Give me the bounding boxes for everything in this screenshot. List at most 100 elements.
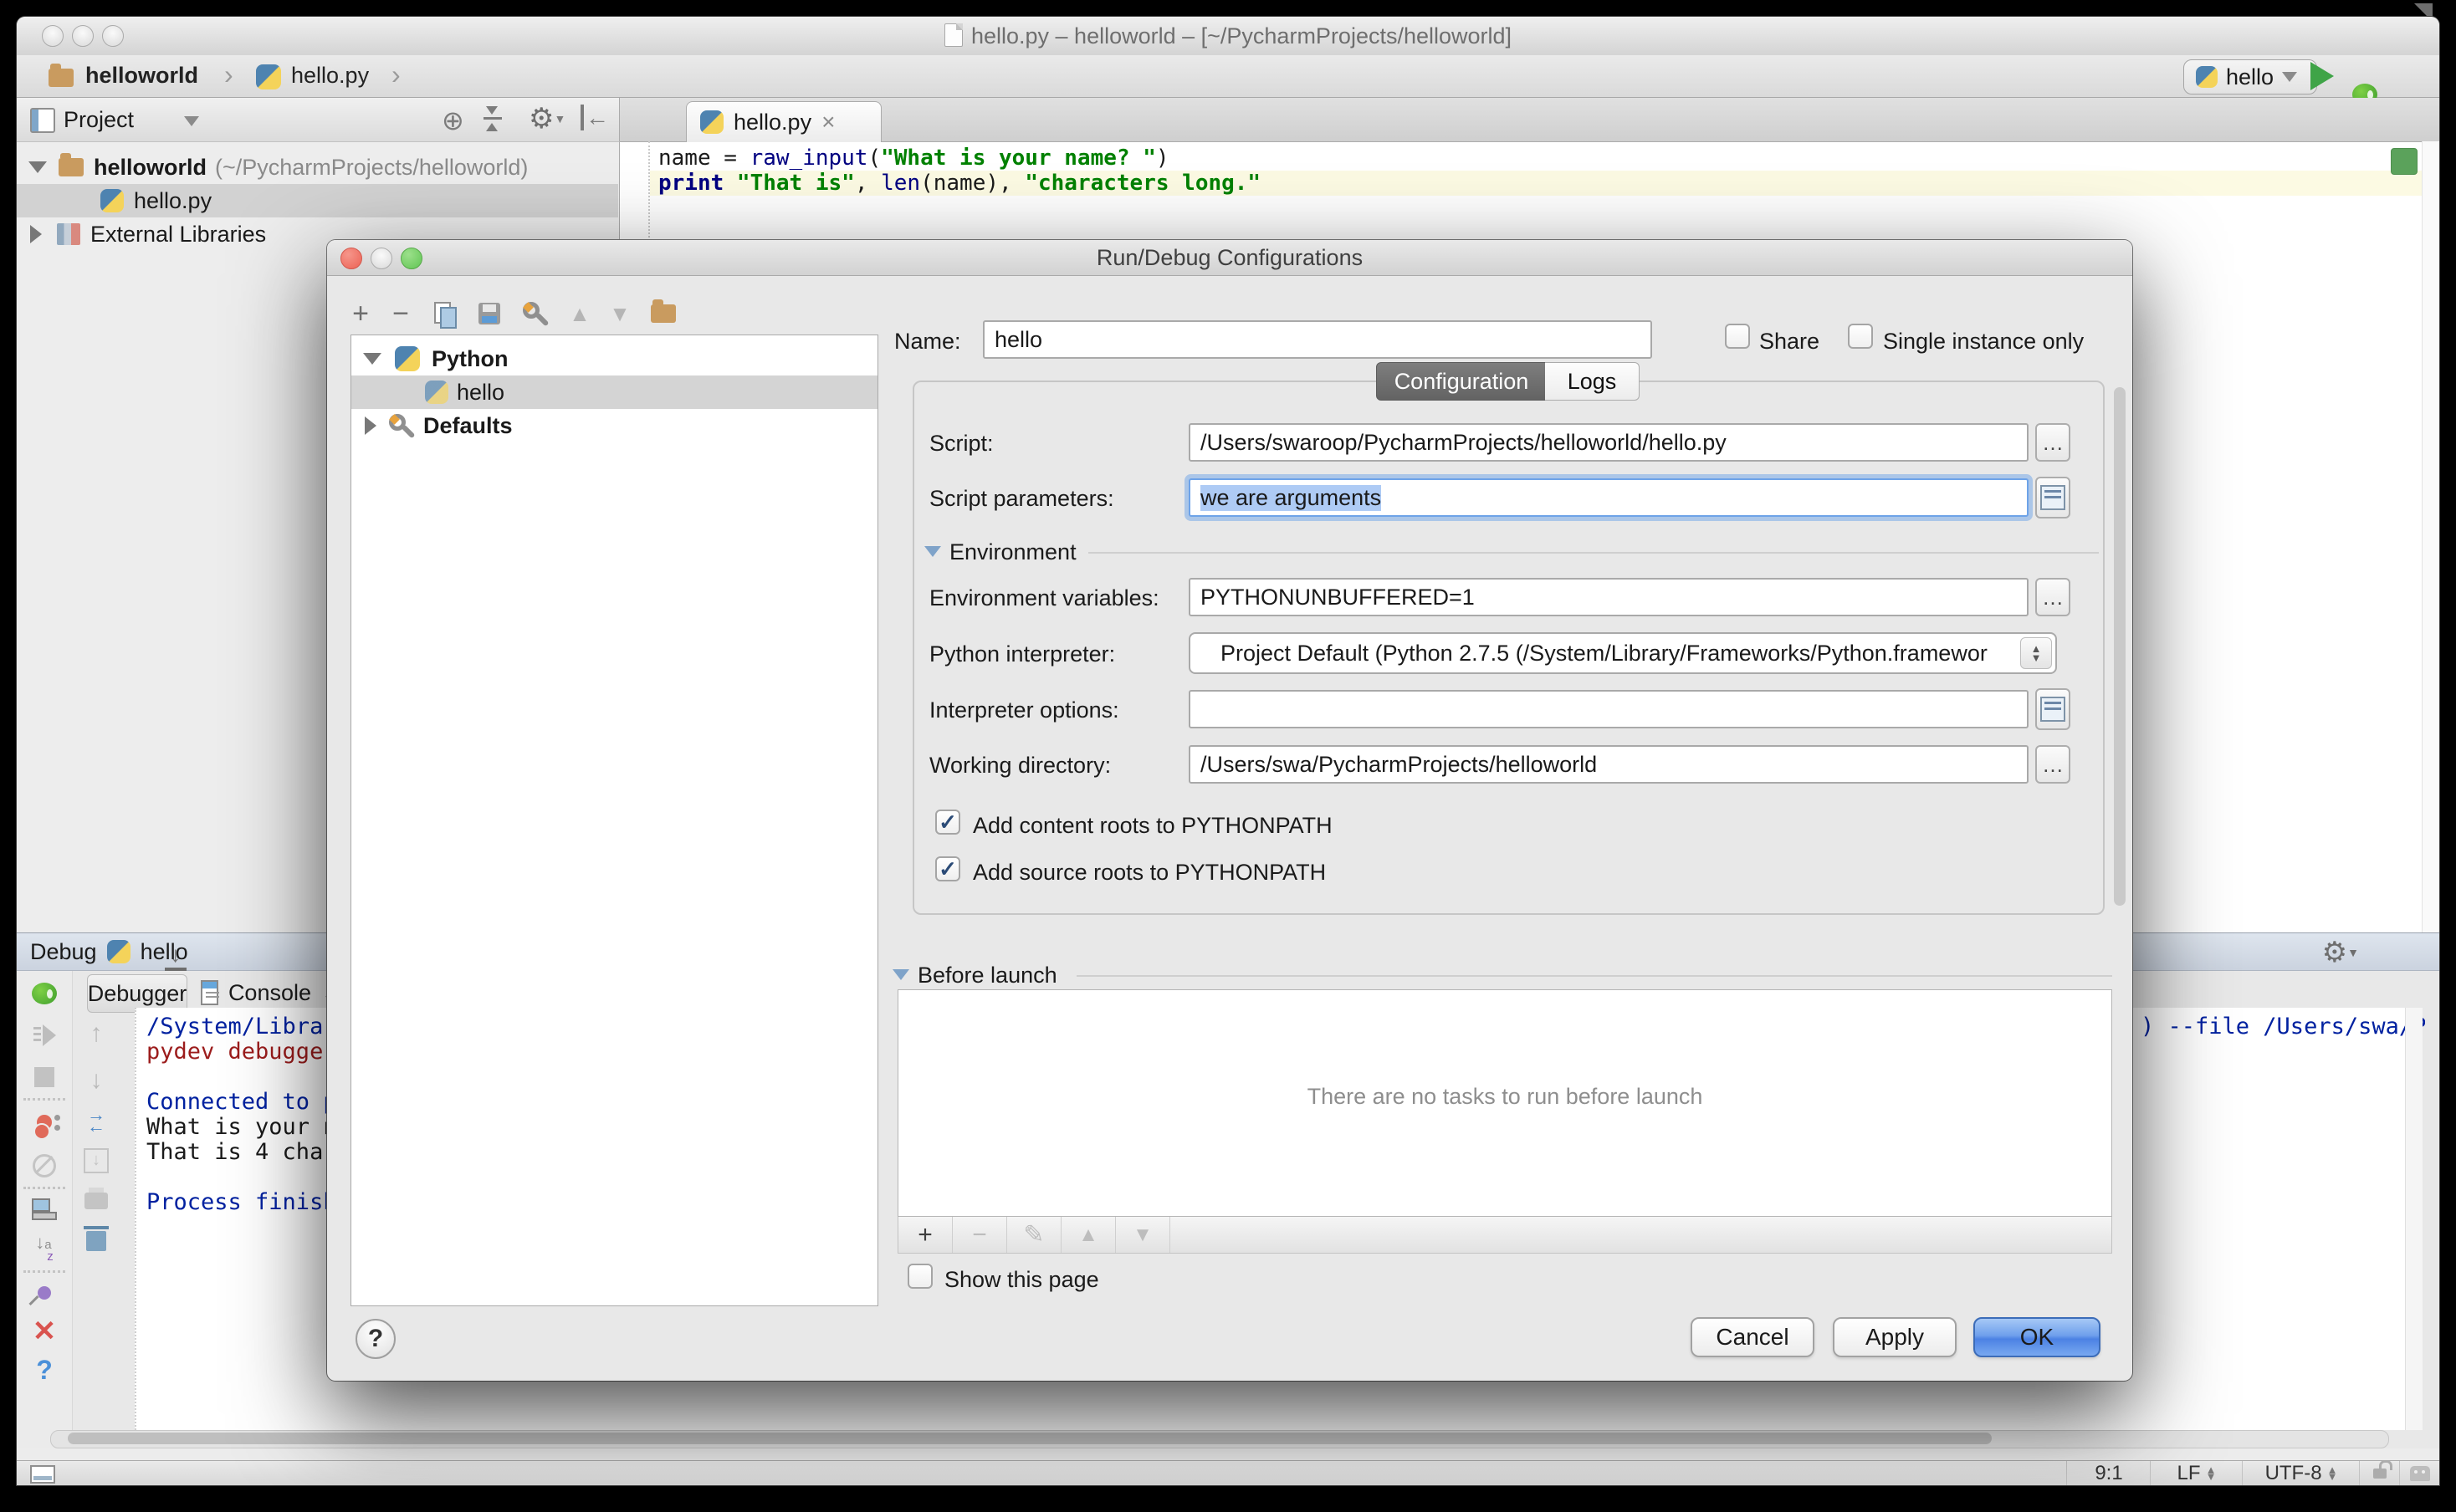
collapsed-arrow-icon[interactable] xyxy=(365,416,376,435)
edit-defaults-button[interactable] xyxy=(518,297,551,330)
project-panel-title[interactable]: Project xyxy=(64,107,134,133)
resume-icon[interactable] xyxy=(28,1019,60,1051)
pin-tab-icon[interactable] xyxy=(28,1277,60,1309)
print-icon[interactable] xyxy=(80,1185,112,1217)
config-panel-scrollbar[interactable] xyxy=(2114,387,2126,906)
encoding-selector[interactable]: UTF-8▲▼ xyxy=(2242,1461,2360,1485)
hide-toolwindow-icon[interactable]: ↓ xyxy=(165,946,187,971)
before-launch-collapse-icon[interactable] xyxy=(893,969,909,980)
down-stack-frame-icon[interactable]: ↓ xyxy=(80,1065,112,1096)
console-icon xyxy=(201,980,218,1005)
add-configuration-button[interactable]: + xyxy=(344,297,377,330)
new-folder-button[interactable] xyxy=(647,297,680,330)
apply-button[interactable]: Apply xyxy=(1833,1317,1957,1357)
console-vertical-scrollbar[interactable] xyxy=(2405,1008,2423,1430)
help-button[interactable]: ? xyxy=(356,1319,396,1359)
interpreter-options-expand-button[interactable] xyxy=(2035,688,2070,730)
script-parameters-expand-button[interactable] xyxy=(2035,477,2070,518)
add-content-roots-checkbox[interactable]: ✓ xyxy=(935,810,960,835)
hector-inspections-toggle[interactable] xyxy=(2399,1461,2439,1485)
save-configuration-button[interactable] xyxy=(473,297,506,330)
gear-icon[interactable]: ⚙▼ xyxy=(2322,938,2359,967)
code-line-2[interactable]: print "That is", len(name), "characters … xyxy=(650,171,2423,196)
show-this-page-checkbox[interactable] xyxy=(908,1264,933,1289)
close-toolwindow-icon[interactable]: ✕ xyxy=(28,1315,60,1347)
run-button[interactable] xyxy=(2310,62,2334,90)
mute-breakpoints-icon[interactable] xyxy=(28,1150,60,1182)
clear-console-icon[interactable] xyxy=(80,1225,112,1257)
toolwindow-switcher-icon[interactable] xyxy=(30,1465,55,1484)
up-stack-frame-icon[interactable]: ↑ xyxy=(80,1018,112,1050)
gear-icon[interactable]: ⚙▼ xyxy=(529,105,565,133)
move-up-button[interactable]: ▲ xyxy=(563,297,596,330)
working-directory-input[interactable]: /Users/swa/PycharmProjects/helloworld xyxy=(1189,745,2029,784)
collapse-all-icon[interactable] xyxy=(482,101,504,135)
environment-collapse-icon[interactable] xyxy=(924,546,941,557)
expanded-arrow-icon[interactable] xyxy=(28,161,47,173)
export-to-file-icon[interactable]: ↓ xyxy=(80,1145,112,1177)
single-instance-checkbox[interactable] xyxy=(1848,324,1873,349)
tree-item-project-root[interactable]: helloworld (~/PycharmProjects/helloworld… xyxy=(17,151,618,184)
expand-field-icon xyxy=(2040,697,2065,722)
ok-button[interactable]: OK xyxy=(1973,1317,2100,1357)
tab-logs[interactable]: Logs xyxy=(1545,362,1640,401)
scrollbar-thumb[interactable] xyxy=(68,1433,1992,1444)
script-input[interactable]: /Users/swaroop/PycharmProjects/helloworl… xyxy=(1189,423,2029,462)
copy-configuration-button[interactable] xyxy=(427,297,461,330)
stop-icon[interactable] xyxy=(28,1061,60,1093)
interpreter-options-input[interactable] xyxy=(1189,690,2029,728)
caret-position[interactable]: 9:1 xyxy=(2066,1461,2151,1485)
debug-title: Debug xyxy=(30,939,97,965)
name-input[interactable]: hello xyxy=(983,320,1652,359)
working-directory-browse-button[interactable]: … xyxy=(2035,745,2070,784)
soft-wrap-icon[interactable]: →← xyxy=(80,1105,112,1137)
restore-layout-icon[interactable] xyxy=(28,1193,60,1225)
breadcrumb-project[interactable]: helloworld xyxy=(85,63,198,89)
python-interpreter-select[interactable]: Project Default (Python 2.7.5 (/System/L… xyxy=(1189,632,2057,674)
collapsed-arrow-icon[interactable] xyxy=(30,225,42,243)
environment-variables-browse-button[interactable]: … xyxy=(2035,578,2070,616)
sort-alphabetically-icon[interactable]: ↓az xyxy=(28,1234,60,1265)
tree-item-python-group[interactable]: Python xyxy=(351,342,878,375)
before-launch-task-list[interactable]: There are no tasks to run before launch xyxy=(898,989,2112,1217)
remove-configuration-button[interactable]: − xyxy=(384,297,417,330)
lock-toggle[interactable] xyxy=(2359,1461,2400,1485)
breadcrumb-file[interactable]: hello.py xyxy=(291,63,369,89)
tree-item-hello-config[interactable]: hello xyxy=(351,375,878,409)
rerun-debug-icon[interactable] xyxy=(28,978,60,1009)
script-parameters-input[interactable]: we are arguments xyxy=(1189,478,2029,517)
edit-task-button[interactable]: ✎ xyxy=(1007,1217,1062,1253)
console-horizontal-scrollbar[interactable] xyxy=(50,1430,2389,1448)
close-tab-icon[interactable]: × xyxy=(821,109,835,135)
share-checkbox[interactable] xyxy=(1725,324,1750,349)
view-breakpoints-icon[interactable] xyxy=(28,1106,60,1138)
expanded-arrow-icon[interactable] xyxy=(363,353,381,365)
hide-panel-icon[interactable]: ← xyxy=(581,105,609,131)
inspection-status-indicator[interactable] xyxy=(2391,148,2418,175)
share-label: Share xyxy=(1759,329,1819,355)
code-line-1[interactable]: name = raw_input("What is your name? ") xyxy=(650,146,2423,171)
editor-scrollbar[interactable] xyxy=(2422,141,2439,933)
move-task-up-button[interactable]: ▲ xyxy=(1062,1217,1116,1253)
tree-item-defaults[interactable]: Defaults xyxy=(351,409,878,442)
editor-tab-hello-py[interactable]: hello.py × xyxy=(686,101,882,142)
run-configuration-selector[interactable]: hello xyxy=(2183,59,2317,94)
environment-variables-input[interactable]: PYTHONUNBUFFERED=1 xyxy=(1189,578,2029,616)
script-browse-button[interactable]: … xyxy=(2035,423,2070,462)
line-ending-selector[interactable]: LF▲▼ xyxy=(2150,1461,2243,1485)
add-task-button[interactable]: + xyxy=(898,1217,953,1253)
before-launch-empty-text: There are no tasks to run before launch xyxy=(898,1084,2111,1110)
add-source-roots-checkbox[interactable]: ✓ xyxy=(935,856,960,881)
chevron-down-icon[interactable] xyxy=(184,116,199,126)
cancel-button[interactable]: Cancel xyxy=(1691,1317,1814,1357)
tab-configuration[interactable]: Configuration xyxy=(1376,362,1547,401)
external-libraries-label: External Libraries xyxy=(90,222,266,248)
tab-console[interactable]: Console → xyxy=(201,974,343,1011)
tree-item-hello-py[interactable]: hello.py xyxy=(17,184,618,217)
help-icon[interactable]: ? xyxy=(28,1354,60,1386)
locate-icon[interactable]: ⊕ xyxy=(442,105,464,136)
move-task-down-button[interactable]: ▼ xyxy=(1116,1217,1170,1253)
dialog-titlebar[interactable]: Run/Debug Configurations xyxy=(327,240,2132,276)
move-down-button[interactable]: ▼ xyxy=(603,297,637,330)
remove-task-button[interactable]: − xyxy=(953,1217,1007,1253)
